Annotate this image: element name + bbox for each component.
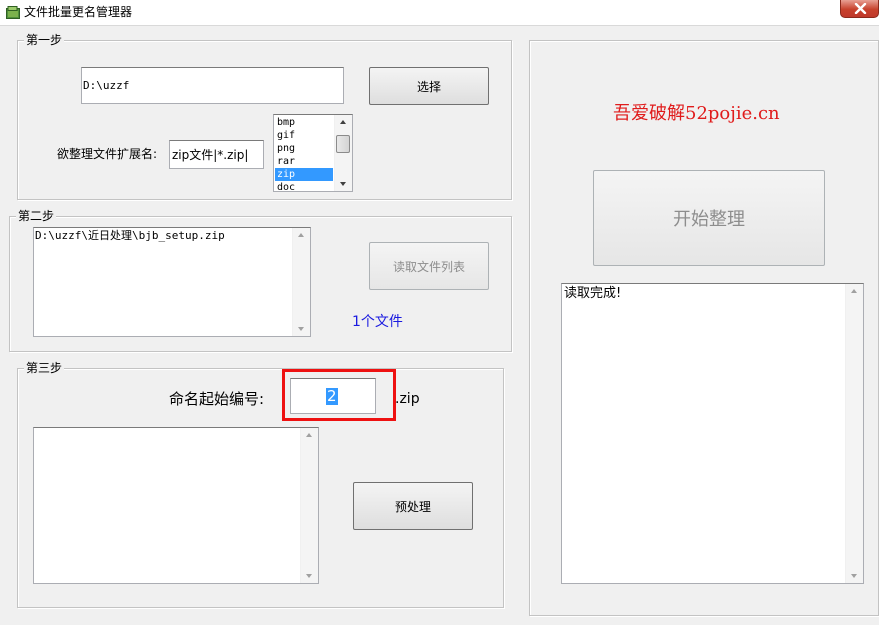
ext-suffix: .zip bbox=[395, 391, 420, 407]
preview-scrollbar[interactable] bbox=[300, 428, 318, 583]
ext-list-item[interactable]: zip bbox=[275, 168, 333, 181]
scroll-up-icon[interactable] bbox=[851, 289, 857, 293]
scroll-thumb[interactable] bbox=[336, 135, 350, 153]
ext-input[interactable] bbox=[169, 140, 264, 169]
title-bar[interactable]: 文件批量更名管理器 bbox=[0, 0, 879, 26]
preview-textarea[interactable] bbox=[33, 427, 319, 584]
scroll-up-icon[interactable] bbox=[298, 233, 304, 237]
preprocess-button[interactable]: 预处理 bbox=[353, 482, 473, 530]
ext-label: 欲整理文件扩展名: bbox=[57, 147, 158, 161]
log-textarea[interactable]: 读取完成! bbox=[561, 283, 864, 584]
start-number-label: 命名起始编号: bbox=[169, 390, 265, 408]
file-list-line: D:\uzzf\近日处理\bjb_setup.zip bbox=[35, 229, 225, 242]
log-scrollbar[interactable] bbox=[845, 284, 863, 583]
path-input[interactable] bbox=[81, 67, 344, 104]
file-count-label: 1个文件 bbox=[352, 314, 403, 330]
window-title: 文件批量更名管理器 bbox=[24, 5, 133, 19]
ext-list-item[interactable]: bmp bbox=[275, 116, 333, 129]
file-list-scrollbar[interactable] bbox=[292, 228, 310, 336]
start-organize-button[interactable]: 开始整理 bbox=[593, 170, 825, 266]
close-icon bbox=[854, 3, 867, 14]
select-button[interactable]: 选择 bbox=[369, 67, 489, 105]
ext-list-item[interactable]: png bbox=[275, 142, 333, 155]
scroll-down-icon[interactable] bbox=[306, 574, 312, 578]
step1-group bbox=[17, 40, 512, 200]
step2-legend: 第二步 bbox=[16, 209, 57, 223]
ext-list-item[interactable]: gif bbox=[275, 129, 333, 142]
step1-legend: 第一步 bbox=[24, 33, 65, 47]
ext-listbox[interactable]: bmp gif png rar zip doc bbox=[273, 114, 353, 192]
ext-list-items: bmp gif png rar zip doc bbox=[275, 116, 333, 191]
ext-list-item[interactable]: rar bbox=[275, 155, 333, 168]
scroll-up-icon[interactable] bbox=[306, 433, 312, 437]
ext-list-item[interactable]: doc bbox=[275, 181, 333, 191]
log-content: 读取完成! bbox=[564, 286, 622, 301]
read-file-list-button[interactable]: 读取文件列表 bbox=[369, 242, 489, 290]
watermark-text: 吾爱破解52pojie.cn bbox=[613, 103, 780, 124]
folder-app-icon bbox=[6, 6, 20, 19]
scroll-down-icon[interactable] bbox=[851, 574, 857, 578]
scroll-down-icon[interactable] bbox=[340, 182, 346, 186]
file-list-textarea[interactable]: D:\uzzf\近日处理\bjb_setup.zip bbox=[33, 227, 311, 337]
file-list-content: D:\uzzf\近日处理\bjb_setup.zip bbox=[35, 229, 225, 243]
scroll-down-icon[interactable] bbox=[298, 327, 304, 331]
step3-legend: 第三步 bbox=[24, 361, 65, 375]
start-number-value: 2 bbox=[326, 387, 338, 405]
scroll-up-icon[interactable] bbox=[340, 120, 346, 124]
close-button[interactable] bbox=[840, 0, 879, 18]
start-number-input[interactable]: 2 bbox=[290, 378, 376, 414]
ext-list-scrollbar[interactable] bbox=[334, 115, 352, 191]
